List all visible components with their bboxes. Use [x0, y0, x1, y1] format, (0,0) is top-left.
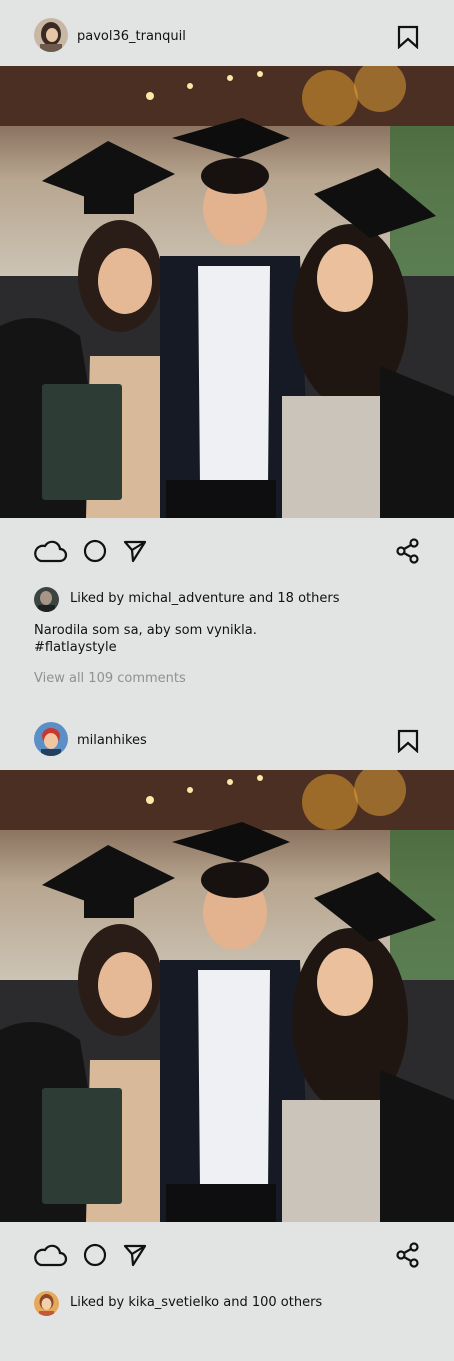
send-icon[interactable] [117, 533, 153, 569]
avatar[interactable] [34, 587, 59, 612]
likes-suffix[interactable]: and 100 others [219, 1295, 322, 1310]
post-image[interactable] [0, 66, 454, 518]
likes-prefix: Liked by [70, 591, 129, 606]
likes-text: Liked by michal_adventure and 18 others [70, 591, 340, 607]
likes-prefix: Liked by [70, 1295, 129, 1310]
post-username[interactable]: pavol36_tranquil [77, 29, 186, 45]
share-icon[interactable] [390, 1237, 426, 1273]
likes-summary: Liked by michal_adventure and 18 others [34, 587, 434, 613]
share-icon[interactable] [390, 533, 426, 569]
send-icon[interactable] [117, 1237, 153, 1273]
likes-text: Liked by kika_svetielko and 100 others [70, 1295, 322, 1311]
avatar[interactable] [34, 18, 68, 52]
likes-suffix[interactable]: and 18 others [245, 591, 340, 606]
cloud-icon[interactable] [32, 533, 68, 569]
post-actions [0, 533, 454, 573]
post-image[interactable] [0, 770, 454, 1222]
liked-by-user[interactable]: kika_svetielko [128, 1295, 219, 1310]
post-card: milanhikes Liked by kika_svetielko and 1… [0, 720, 454, 1361]
likes-summary: Liked by kika_svetielko and 100 others [34, 1291, 434, 1317]
avatar[interactable] [34, 722, 68, 756]
post-actions [0, 1237, 454, 1277]
bookmark-icon[interactable] [397, 729, 419, 754]
post-username[interactable]: milanhikes [77, 733, 147, 749]
post-caption: Narodila som sa, aby som vynikla. #flatl… [34, 622, 257, 656]
circle-icon[interactable] [77, 1237, 113, 1273]
liked-by-user[interactable]: michal_adventure [128, 591, 244, 606]
cloud-icon[interactable] [32, 1237, 68, 1273]
post-header: pavol36_tranquil [0, 0, 454, 66]
caption-text: Narodila som sa, aby som vynikla. [34, 623, 257, 638]
bookmark-icon[interactable] [397, 25, 419, 50]
caption-hashtag[interactable]: #flatlaystyle [34, 639, 257, 656]
circle-icon[interactable] [77, 533, 113, 569]
post-card: pavol36_tranquil Liked by michal_adventu… [0, 0, 454, 720]
view-comments-link[interactable]: View all 109 comments [34, 671, 186, 687]
avatar[interactable] [34, 1291, 59, 1316]
